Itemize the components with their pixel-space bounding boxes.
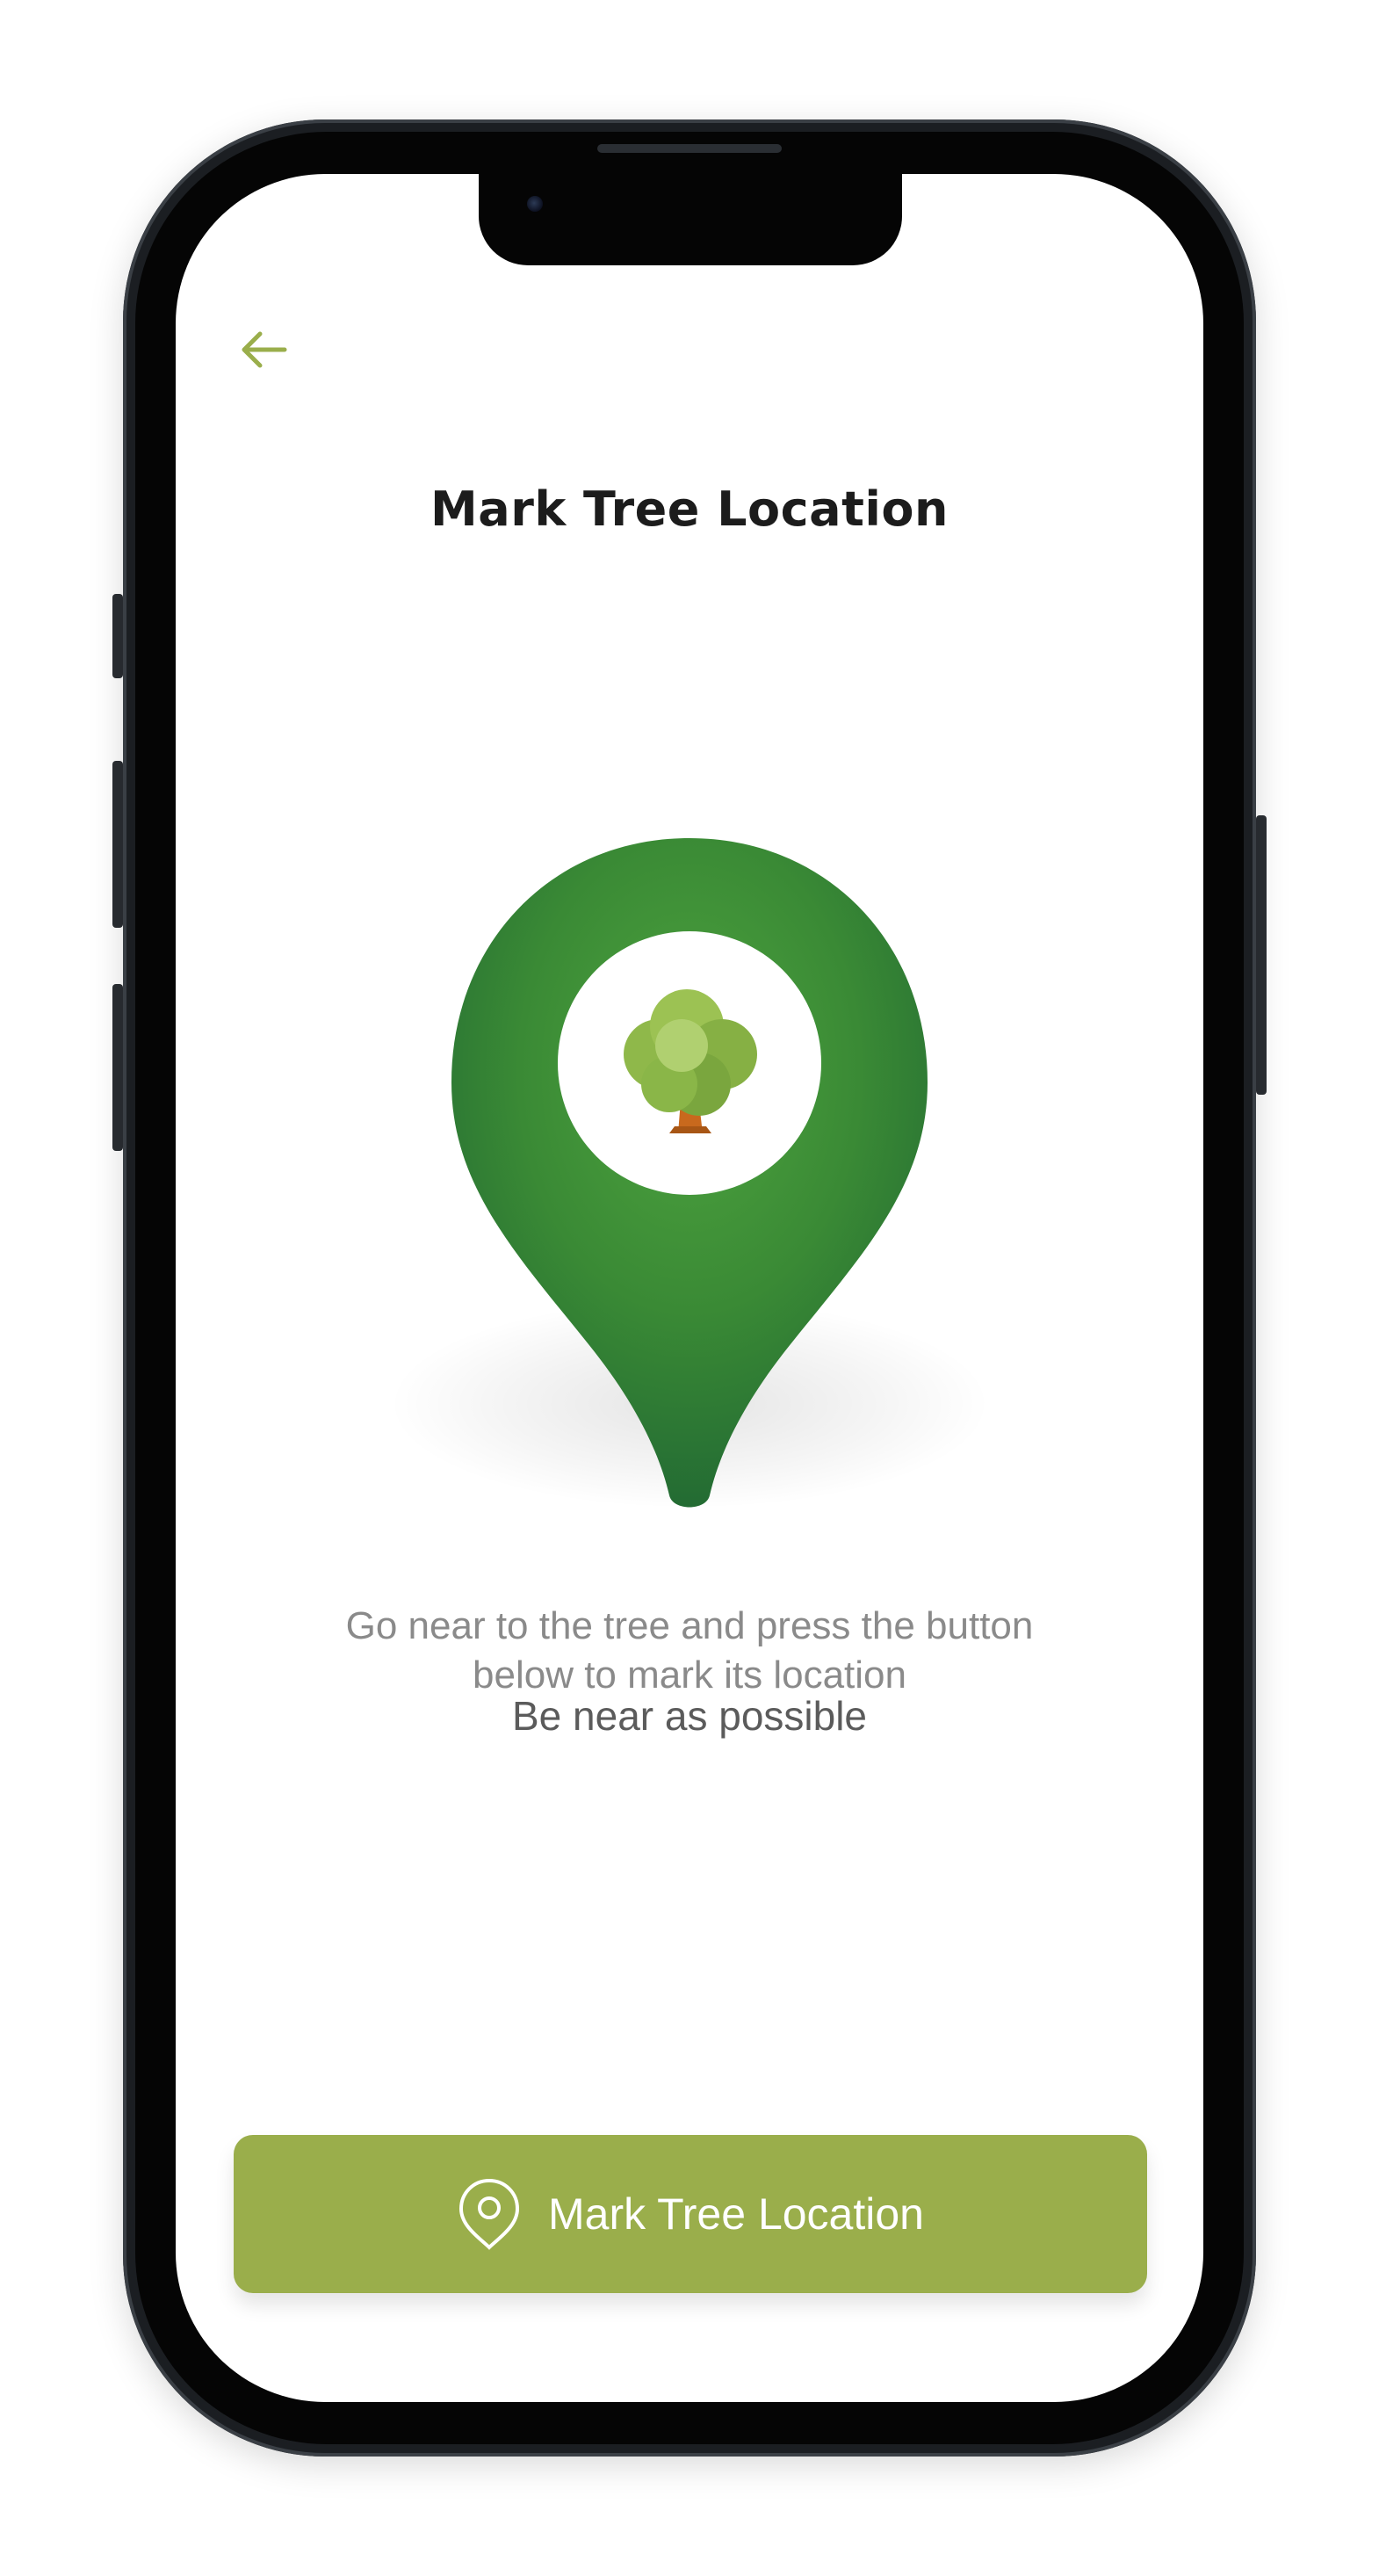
notch xyxy=(479,174,902,265)
page-title: Mark Tree Location xyxy=(430,481,949,537)
app-screen: Mark Tree Location Go near to the tree a… xyxy=(176,174,1203,2402)
instruction-line-1: Go near to the tree and press the button xyxy=(345,1604,1034,1647)
front-camera-icon xyxy=(527,196,543,212)
location-pin-icon xyxy=(458,2178,520,2250)
mark-tree-location-button[interactable]: Mark Tree Location xyxy=(234,2135,1147,2293)
arrow-left-icon xyxy=(242,331,287,368)
back-button[interactable] xyxy=(232,322,295,378)
proximity-hint: Be near as possible xyxy=(511,1693,868,1739)
volume-up-button xyxy=(112,761,123,928)
silent-switch xyxy=(112,594,123,678)
mark-tree-location-button-label: Mark Tree Location xyxy=(548,2189,924,2239)
tree-location-pin-icon xyxy=(451,838,928,1508)
volume-down-button xyxy=(112,984,123,1151)
power-button xyxy=(1256,815,1267,1095)
instruction-text: Go near to the tree and press the button… xyxy=(176,1602,1203,1700)
earpiece-speaker xyxy=(597,144,782,153)
